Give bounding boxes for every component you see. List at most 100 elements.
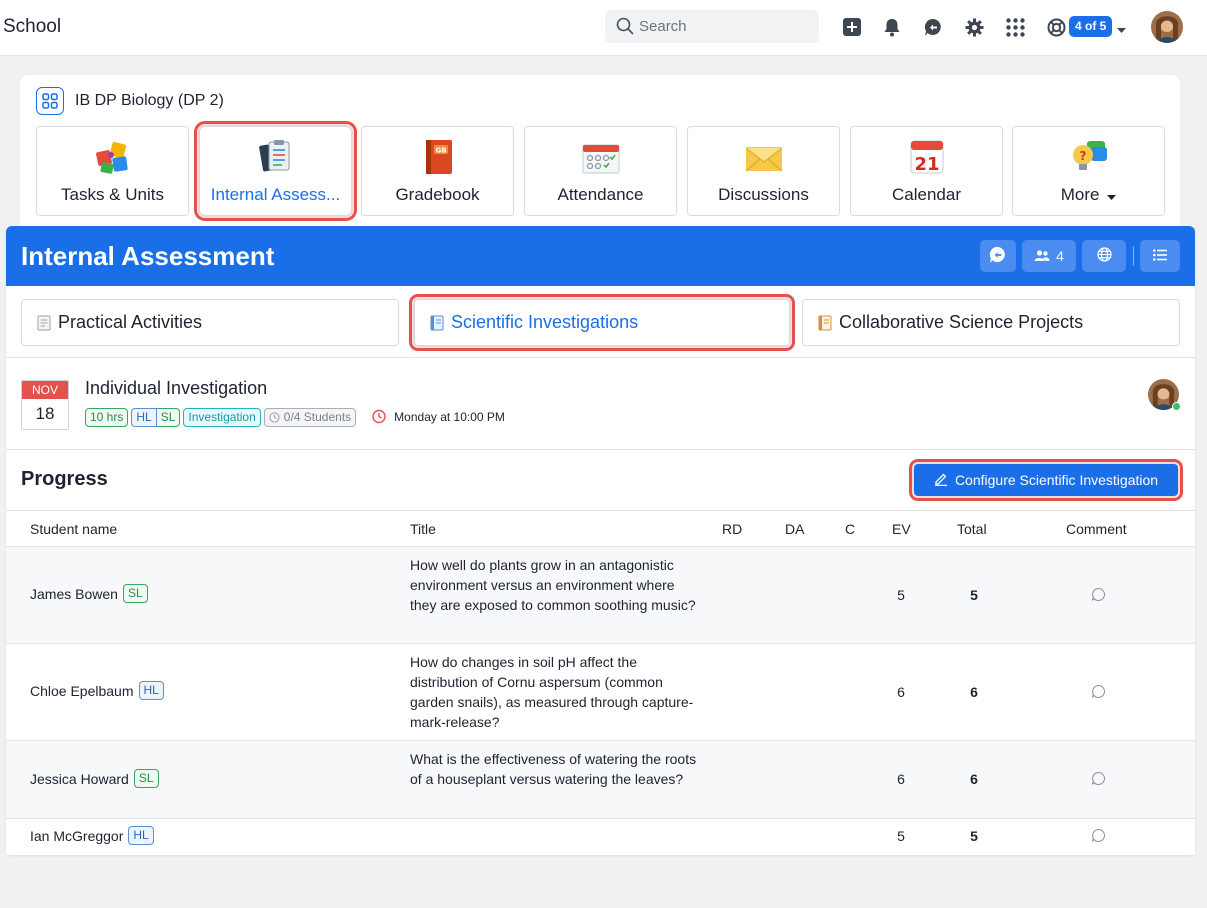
- assignment-tags: 10 hrs HL SL Investigation 0/4 Students …: [85, 407, 505, 427]
- tile-internal-assessment[interactable]: Internal Assess...: [194, 121, 357, 221]
- clock-icon: [269, 411, 280, 423]
- student-name[interactable]: Chloe Epelbaum: [30, 683, 134, 699]
- tab-label: Scientific Investigations: [451, 312, 639, 332]
- comment-icon[interactable]: [1091, 684, 1106, 704]
- comment-icon[interactable]: [1091, 771, 1106, 791]
- tile-more[interactable]: ? More: [1012, 126, 1165, 216]
- tile-discussions[interactable]: Discussions: [687, 126, 840, 216]
- notebook-icon: [429, 315, 445, 331]
- table-row[interactable]: Ian McGreggor HL 5 5: [6, 819, 1195, 855]
- course-grid-icon[interactable]: [36, 87, 64, 115]
- chat-icon[interactable]: [923, 17, 943, 37]
- account-count-badge[interactable]: 4 of 5: [1069, 16, 1113, 37]
- students-badge: 0/4 Students: [263, 407, 357, 427]
- configure-investigation-button[interactable]: Configure Scientific Investigation: [909, 459, 1183, 501]
- tab-practical-activities[interactable]: Practical Activities: [21, 299, 399, 346]
- attendance-icon: [581, 137, 621, 177]
- tile-tasks-units[interactable]: Tasks & Units: [36, 126, 189, 216]
- student-name[interactable]: Jessica Howard: [30, 771, 129, 787]
- level-badge: HL: [138, 681, 164, 700]
- add-icon[interactable]: [842, 17, 862, 37]
- hl-badge: HL: [131, 407, 157, 427]
- assessment-tabs: Practical Activities Scientific Investig…: [6, 286, 1195, 358]
- calendar-icon: 21: [907, 137, 947, 177]
- total-score: 6: [970, 771, 978, 787]
- calendar-day-number: 21: [914, 154, 939, 175]
- ev-score: 6: [897, 771, 905, 787]
- col-ev[interactable]: EV: [892, 521, 911, 537]
- due-day: 18: [35, 404, 55, 423]
- tile-label: Tasks & Units: [61, 185, 164, 204]
- investigation-title: How well do plants grow in an antagonist…: [410, 557, 696, 613]
- tile-label: Attendance: [557, 185, 644, 204]
- caret-down-icon: [1107, 186, 1117, 206]
- gear-icon[interactable]: [964, 17, 984, 37]
- student-name[interactable]: Ian McGreggor: [30, 828, 123, 844]
- list-view-button[interactable]: [1140, 240, 1180, 272]
- document-icon: [36, 315, 52, 331]
- apps-grid-icon[interactable]: [1005, 17, 1025, 37]
- tab-collaborative-science-projects[interactable]: Collaborative Science Projects: [802, 299, 1180, 346]
- col-comment[interactable]: Comment: [1066, 521, 1127, 537]
- col-rd[interactable]: RD: [722, 521, 742, 537]
- due-time: Monday at 10:00 PM: [371, 408, 505, 427]
- globe-button[interactable]: [1082, 240, 1126, 272]
- table-row[interactable]: James Bowen SL How well do plants grow i…: [6, 547, 1195, 644]
- tile-gradebook[interactable]: GB Gradebook: [361, 126, 514, 216]
- tab-label: Collaborative Science Projects: [839, 312, 1084, 332]
- assignment-title[interactable]: Individual Investigation: [85, 378, 267, 399]
- tile-label: Discussions: [718, 185, 809, 204]
- sl-badge: SL: [156, 407, 181, 427]
- tile-attendance[interactable]: Attendance: [524, 126, 677, 216]
- level-badge: HL: [128, 826, 154, 845]
- user-avatar[interactable]: [1151, 11, 1183, 43]
- type-badge: Investigation: [183, 407, 261, 427]
- total-score: 6: [970, 684, 978, 700]
- tab-scientific-investigations[interactable]: Scientific Investigations: [409, 294, 795, 351]
- lifebuoy-icon[interactable]: [1046, 17, 1066, 37]
- ev-score: 5: [897, 828, 905, 844]
- search-input[interactable]: [639, 10, 809, 43]
- tile-calendar[interactable]: 21 Calendar: [850, 126, 1003, 216]
- col-total[interactable]: Total: [957, 521, 987, 537]
- search-box[interactable]: [605, 10, 819, 43]
- members-button[interactable]: 4: [1022, 240, 1076, 272]
- top-bar: School 4 of 5: [0, 0, 1207, 56]
- col-c[interactable]: C: [845, 521, 855, 537]
- progress-table-header: Student name Title RD DA C EV Total Comm…: [6, 510, 1195, 547]
- gradebook-icon: GB: [418, 137, 458, 177]
- total-score: 5: [970, 828, 978, 844]
- col-title[interactable]: Title: [410, 521, 436, 537]
- page-title: Internal Assessment: [21, 241, 275, 271]
- internal-assessment-panel: Internal Assessment 4 Practical Activiti…: [6, 226, 1195, 855]
- caret-down-icon[interactable]: [1117, 21, 1126, 39]
- app-title[interactable]: School: [3, 16, 61, 38]
- level-badge: SL: [122, 584, 148, 603]
- col-student-name[interactable]: Student name: [30, 521, 117, 537]
- panel-header: Internal Assessment 4: [6, 226, 1195, 286]
- comment-icon[interactable]: [1091, 587, 1106, 607]
- level-badge-group: HL SL: [131, 407, 181, 427]
- clipboard-icon: [256, 137, 296, 177]
- envelope-icon: [744, 137, 784, 177]
- ev-score: 6: [897, 684, 905, 700]
- tile-label: More: [1060, 185, 1100, 204]
- investigation-title: What is the effectiveness of watering th…: [410, 751, 697, 787]
- students-count: 0/4 Students: [283, 409, 352, 424]
- col-da[interactable]: DA: [785, 521, 804, 537]
- gradebook-abbr: GB: [435, 147, 446, 155]
- total-score: 5: [970, 587, 978, 603]
- configure-label: Configure Scientific Investigation: [954, 472, 1159, 488]
- assignment-row[interactable]: NOV 18 Individual Investigation 10 hrs H…: [6, 358, 1195, 450]
- online-status-dot: [1172, 402, 1181, 411]
- student-name[interactable]: James Bowen: [30, 586, 118, 602]
- due-month: NOV: [22, 381, 68, 399]
- due-date-calendar: NOV 18: [21, 380, 69, 430]
- tile-label: Gradebook: [395, 185, 480, 204]
- bell-icon[interactable]: [882, 17, 902, 37]
- comment-icon[interactable]: [1091, 828, 1106, 848]
- table-row[interactable]: Chloe Epelbaum HL How do changes in soil…: [6, 644, 1195, 741]
- discussion-button[interactable]: [980, 240, 1016, 272]
- table-row[interactable]: Jessica Howard SL What is the effectiven…: [6, 741, 1195, 819]
- tile-label: Internal Assess...: [210, 185, 341, 204]
